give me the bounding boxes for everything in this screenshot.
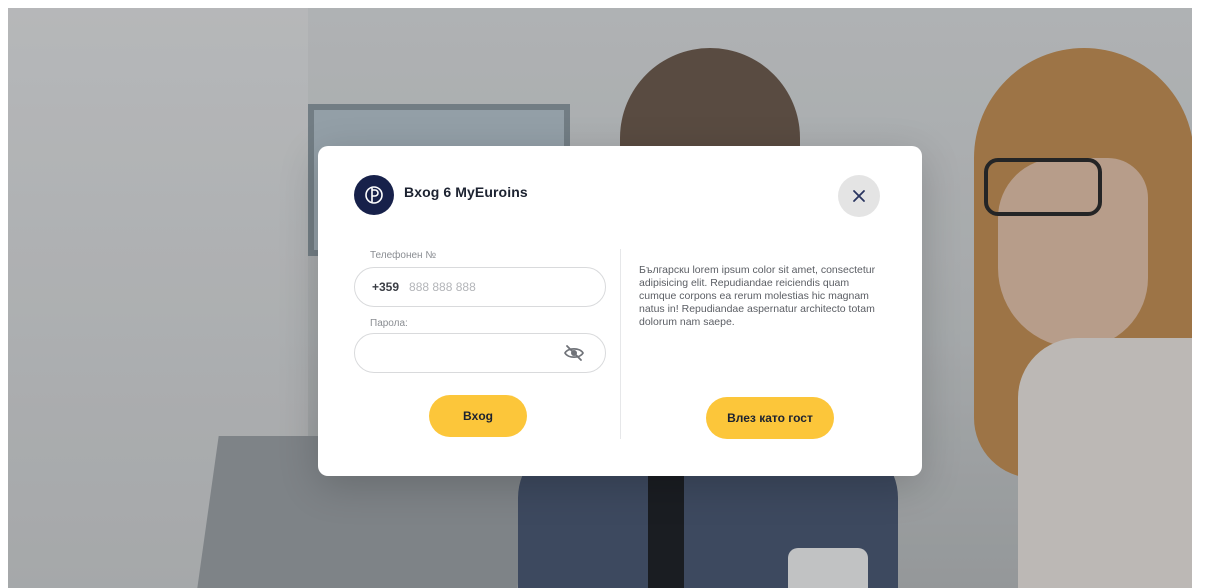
password-input[interactable] [371,344,565,364]
phone-field[interactable]: +359 [354,267,606,307]
logo-mark-icon [365,186,383,204]
login-button[interactable]: Bxog [429,395,527,437]
guest-description: Българскu lorem ipsum color sit amet, co… [639,264,876,328]
login-modal: Bxog 6 MyEuroins Телефонен № +359 Парола… [318,146,922,476]
modal-title: Bxog 6 MyEuroins [404,184,528,200]
guest-login-button[interactable]: Влез като гост [706,397,834,439]
phone-prefix: +359 [372,280,400,294]
phone-label: Телефонен № [370,250,437,261]
page-background: Bxog 6 MyEuroins Телефонен № +359 Парола… [8,8,1192,588]
phone-input[interactable] [407,279,592,295]
divider [620,249,621,439]
password-field[interactable] [354,333,606,373]
eye-off-icon[interactable] [563,343,585,363]
close-icon [853,190,865,202]
password-label: Парола: [370,318,408,329]
close-button[interactable] [838,175,880,217]
euroins-logo-icon [354,175,394,215]
